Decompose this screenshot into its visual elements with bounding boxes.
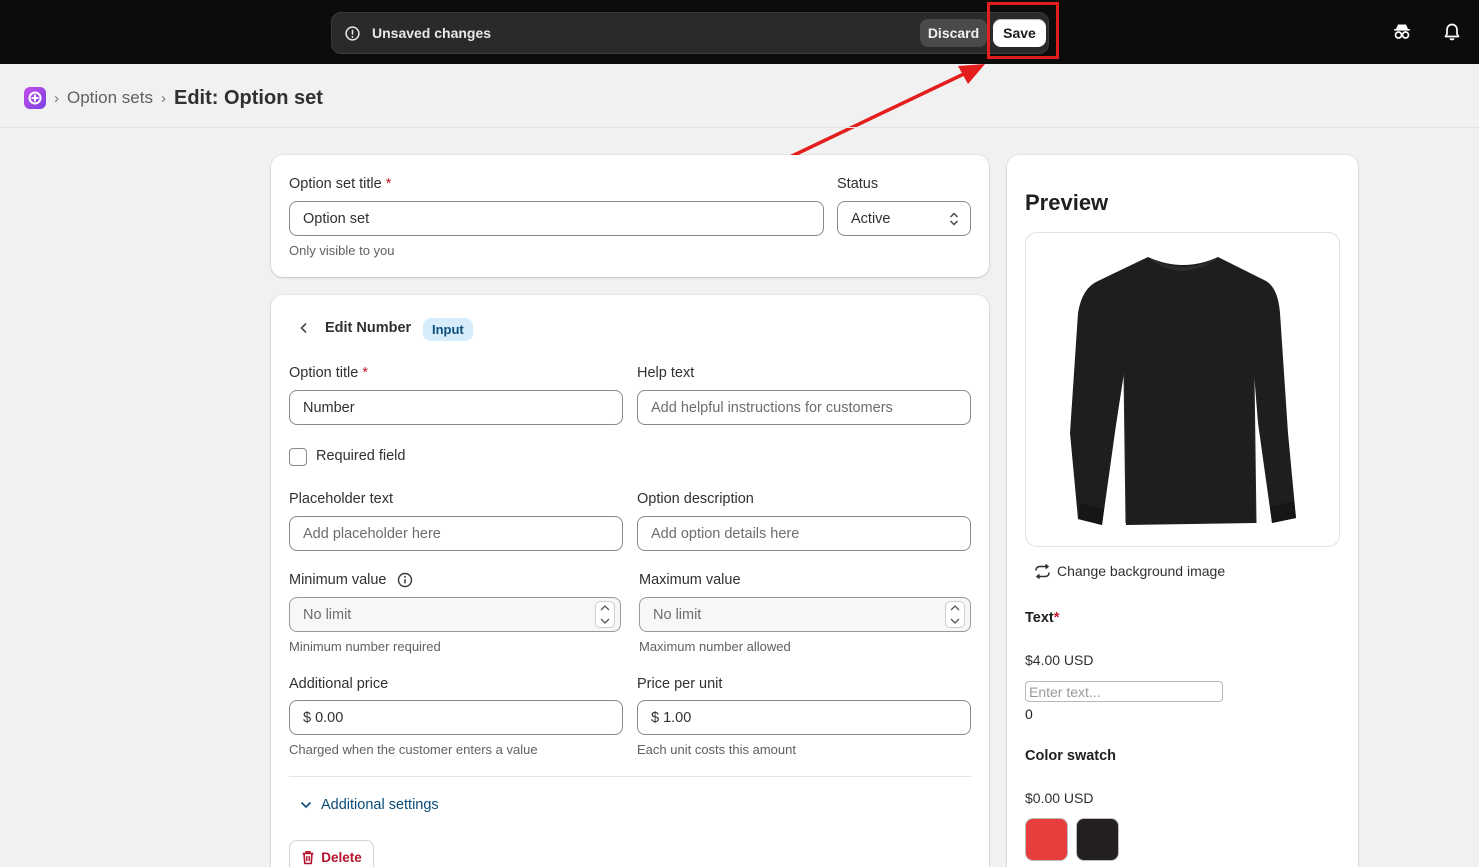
- status-select[interactable]: Active: [837, 201, 971, 236]
- delete-button[interactable]: Delete: [289, 840, 374, 867]
- breadcrumb-separator: ›: [161, 89, 166, 107]
- app-logo-icon[interactable]: [24, 87, 46, 109]
- swatch-red[interactable]: [1025, 818, 1068, 861]
- top-bar: Unsaved changes Discard Save: [0, 0, 1479, 64]
- delete-label: Delete: [321, 849, 362, 865]
- maximum-value-stepper[interactable]: [945, 601, 965, 628]
- minimum-value-hint: Minimum number required: [289, 639, 441, 654]
- chevron-left-icon[interactable]: [297, 321, 311, 335]
- option-set-title-label: Option set title *: [289, 176, 392, 192]
- unsaved-changes-text: Unsaved changes: [372, 25, 492, 41]
- page-title: Edit: Option set: [174, 86, 323, 109]
- long-sleeve-shirt-image: [1070, 257, 1296, 525]
- help-text-input[interactable]: Add helpful instructions for customers: [637, 390, 971, 425]
- price-per-unit-hint: Each unit costs this amount: [637, 742, 796, 757]
- help-text-label: Help text: [637, 365, 695, 381]
- preview-character-count: 0: [1025, 706, 1033, 722]
- maximum-value-label: Maximum value: [639, 572, 741, 588]
- required-field-label: Required field: [316, 448, 406, 464]
- minimum-value-label: Minimum value: [289, 572, 387, 588]
- option-title-input[interactable]: Number: [289, 390, 623, 425]
- maximum-value-hint: Maximum number allowed: [639, 639, 791, 654]
- price-per-unit-input[interactable]: $ 1.00: [637, 700, 971, 735]
- additional-price-label: Additional price: [289, 676, 389, 692]
- status-label: Status: [837, 176, 879, 192]
- chevron-up-icon[interactable]: [950, 605, 960, 611]
- placeholder-text-label: Placeholder text: [289, 491, 393, 507]
- additional-settings-label: Additional settings: [321, 797, 439, 813]
- price-per-unit-label: Price per unit: [637, 676, 723, 692]
- preview-text-input[interactable]: Enter text...: [1025, 681, 1223, 702]
- bell-icon[interactable]: [1442, 22, 1462, 42]
- option-set-title-input[interactable]: Option set: [289, 201, 824, 236]
- select-chevrons-icon: [949, 212, 959, 226]
- breadcrumb-separator: ›: [54, 89, 59, 107]
- option-title-label: Option title *: [289, 365, 369, 381]
- chevron-up-icon[interactable]: [600, 605, 610, 611]
- trash-icon: [302, 850, 314, 864]
- product-image-frame: [1025, 232, 1340, 547]
- additional-price-hint: Charged when the customer enters a value: [289, 742, 538, 757]
- edit-option-heading: Edit Number: [325, 320, 412, 336]
- status-select-value: Active: [851, 210, 891, 227]
- alert-circle-icon: [345, 26, 360, 41]
- change-background-button[interactable]: Change background image: [1034, 563, 1225, 579]
- preview-color-swatch-label: Color swatch: [1025, 748, 1117, 764]
- incognito-icon[interactable]: [1392, 22, 1412, 42]
- minimum-value-stepper[interactable]: [595, 601, 615, 628]
- chevron-down-icon[interactable]: [600, 618, 610, 624]
- swatch-black[interactable]: [1076, 818, 1119, 861]
- change-background-label: Change background image: [1057, 563, 1226, 579]
- maximum-value-placeholder: No limit: [653, 606, 702, 623]
- additional-settings-toggle[interactable]: Additional settings: [300, 797, 439, 813]
- breadcrumb-option-sets-link[interactable]: Option sets: [67, 88, 153, 108]
- option-type-badge: Input: [423, 318, 473, 341]
- preview-text-price: $4.00 USD: [1025, 652, 1094, 668]
- section-divider: [289, 776, 971, 777]
- breadcrumb: › Option sets › Edit: Option set: [24, 86, 323, 110]
- preview-title: Preview: [1025, 190, 1109, 215]
- chevron-down-icon: [300, 801, 312, 809]
- preview-text-label: Text*: [1025, 610, 1060, 626]
- required-field-checkbox[interactable]: [289, 448, 307, 466]
- chevron-down-icon[interactable]: [950, 618, 960, 624]
- save-highlight-box: [987, 2, 1059, 59]
- maximum-value-input[interactable]: No limit: [639, 597, 971, 632]
- option-set-title-hint: Only visible to you: [289, 243, 395, 258]
- refresh-icon: [1035, 563, 1050, 579]
- placeholder-text-input[interactable]: Add placeholder here: [289, 516, 623, 551]
- preview-swatch-price: $0.00 USD: [1025, 790, 1094, 806]
- discard-button[interactable]: Discard: [920, 19, 987, 47]
- additional-price-input[interactable]: $ 0.00: [289, 700, 623, 735]
- info-icon[interactable]: [397, 572, 413, 588]
- header-divider: [0, 127, 1479, 128]
- minimum-value-placeholder: No limit: [303, 606, 352, 623]
- minimum-value-input[interactable]: No limit: [289, 597, 621, 632]
- option-description-label: Option description: [637, 491, 754, 507]
- option-description-input[interactable]: Add option details here: [637, 516, 971, 551]
